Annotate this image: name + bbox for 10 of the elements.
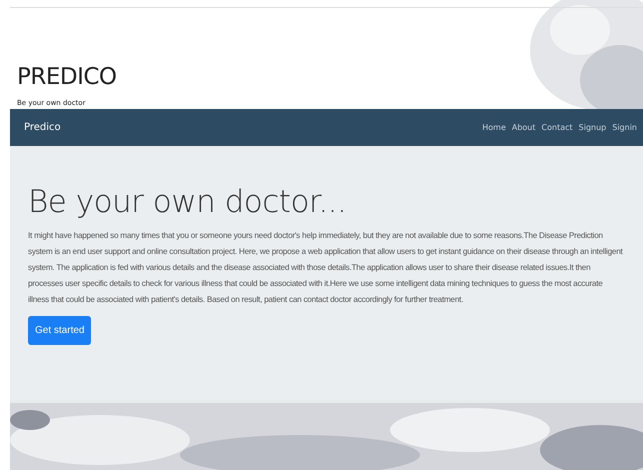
nav-link[interactable]: Signup xyxy=(578,123,606,132)
site-title: PREDICO xyxy=(17,64,118,90)
nav-link[interactable]: Contact xyxy=(542,123,573,132)
navbar-brand[interactable]: Predico xyxy=(24,122,61,133)
hero-heading: Be your own doctor... xyxy=(28,184,348,220)
hero-description: It might have happened so many times that you or someone yours need doctor's help immediately, but they are not available due to some reasons.The Disease Prediction system is an end user support and online consultation project. Here, we propose a web application that allow users to get instant guidance on their disease through an intelligent system. The application is fed with various details and the disease associated with those details.The application allows user to share their disease related issues.It then processes user specific details to check for various illness that could be associated with it.Here we use some intelligent data mining techniques to guess the most accurate illness that could be associated with patient's details. Based on result, patient can contact doctor accordingly for further treatment. xyxy=(28,230,624,306)
nav-link[interactable]: Signin xyxy=(612,123,637,132)
get-started-button[interactable]: Get started xyxy=(28,316,92,345)
nav-link[interactable]: Home xyxy=(482,123,506,132)
nav-link[interactable]: About xyxy=(512,123,536,132)
